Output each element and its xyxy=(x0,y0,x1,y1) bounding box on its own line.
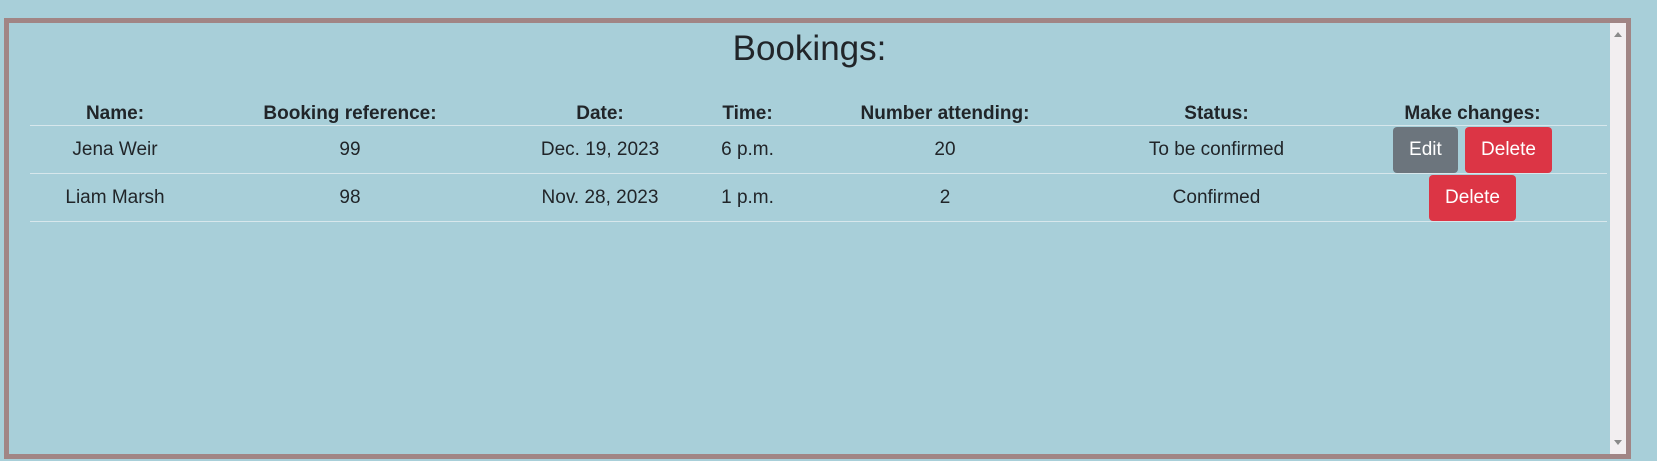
edit-button[interactable]: Edit xyxy=(1393,126,1458,173)
cell-date: Nov. 28, 2023 xyxy=(500,173,700,222)
cell-number-attending: 2 xyxy=(795,173,1095,222)
delete-button[interactable]: Delete xyxy=(1429,174,1516,221)
cell-actions: Delete xyxy=(1338,173,1607,222)
header-name: Name: xyxy=(30,98,200,126)
cell-name: Liam Marsh xyxy=(30,173,200,222)
cell-status: Confirmed xyxy=(1095,173,1338,222)
scroll-down-icon[interactable] xyxy=(1614,440,1622,445)
bookings-content: Bookings: Name: Booking reference: Date:… xyxy=(9,23,1610,454)
header-number-attending: Number attending: xyxy=(795,98,1095,126)
cell-date: Dec. 19, 2023 xyxy=(500,125,700,174)
bookings-table: Name: Booking reference: Date: Time: Num… xyxy=(30,98,1607,222)
table-row: Jena Weir 99 Dec. 19, 2023 6 p.m. 20 To … xyxy=(30,125,1607,174)
delete-button[interactable]: Delete xyxy=(1465,126,1552,173)
cell-booking-reference: 98 xyxy=(200,173,500,222)
header-status: Status: xyxy=(1095,98,1338,126)
cell-name: Jena Weir xyxy=(30,125,200,174)
page-frame: Bookings: Name: Booking reference: Date:… xyxy=(4,18,1631,459)
header-date: Date: xyxy=(500,98,700,126)
table-row: Liam Marsh 98 Nov. 28, 2023 1 p.m. 2 Con… xyxy=(30,173,1607,222)
header-booking-reference: Booking reference: xyxy=(200,98,500,126)
scroll-up-icon[interactable] xyxy=(1614,32,1622,37)
cell-time: 6 p.m. xyxy=(700,125,795,174)
cell-status: To be confirmed xyxy=(1095,125,1338,174)
cell-number-attending: 20 xyxy=(795,125,1095,174)
vertical-scrollbar[interactable] xyxy=(1610,23,1626,454)
table-header-row: Name: Booking reference: Date: Time: Num… xyxy=(30,98,1607,126)
page-title: Bookings: xyxy=(732,29,887,68)
cell-actions: Edit Delete xyxy=(1338,125,1607,174)
header-time: Time: xyxy=(700,98,795,126)
cell-time: 1 p.m. xyxy=(700,173,795,222)
header-make-changes: Make changes: xyxy=(1338,98,1607,126)
cell-booking-reference: 99 xyxy=(200,125,500,174)
